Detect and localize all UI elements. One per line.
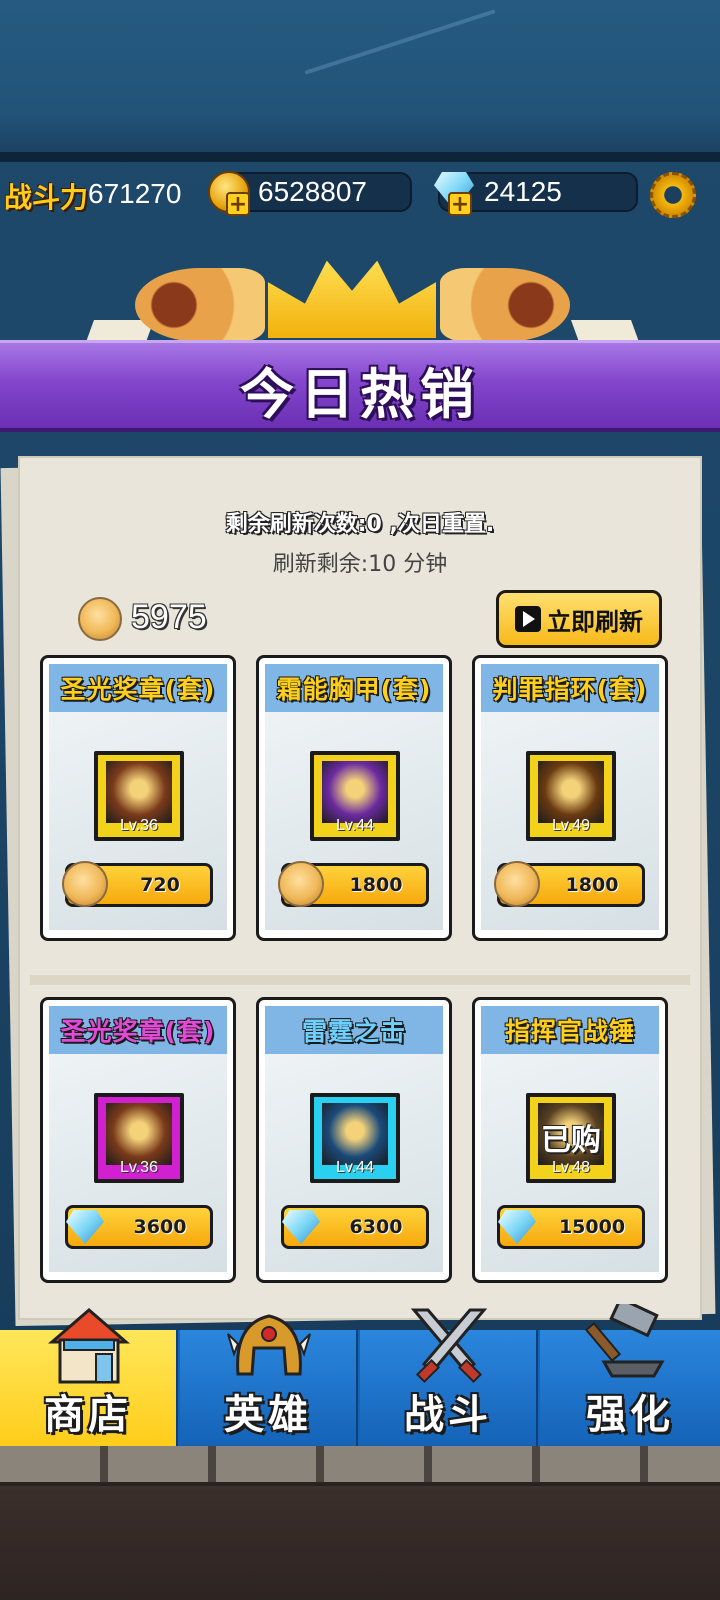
buy-button[interactable]: 1800 bbox=[278, 861, 429, 907]
gem-icon bbox=[498, 1210, 536, 1244]
item-card-header: 圣光奖章(套) bbox=[49, 664, 227, 712]
tab-battle[interactable]: 战斗 bbox=[360, 1308, 538, 1446]
tab-battle-label: 战斗 bbox=[404, 1392, 492, 1438]
item-art-icon bbox=[538, 761, 604, 823]
refresh-timer-text: 刷新剩余:10 分钟 bbox=[272, 552, 448, 577]
item-card[interactable]: 圣光奖章(套) Lv.36 720 bbox=[40, 655, 236, 941]
crossed-swords-icon bbox=[410, 1308, 488, 1384]
add-gems-icon[interactable]: + bbox=[448, 192, 472, 216]
item-price: 6300 bbox=[349, 1216, 403, 1238]
horn-right-icon bbox=[440, 268, 570, 342]
stone-border bbox=[0, 1446, 720, 1486]
item-name: 圣光奖章(套) bbox=[60, 675, 216, 704]
shelf-divider bbox=[30, 975, 690, 985]
item-card[interactable]: 圣光奖章(套) Lv.36 3600 bbox=[40, 997, 236, 1283]
item-art-icon bbox=[322, 1103, 388, 1165]
token-icon bbox=[494, 861, 540, 907]
item-icon-frame[interactable]: Lv.49 bbox=[526, 751, 616, 841]
item-card[interactable]: 指挥官战锤已购 Lv.48 15000 bbox=[472, 997, 668, 1283]
item-card-header: 雷霆之击 bbox=[265, 1006, 443, 1054]
shop-house-icon bbox=[47, 1308, 131, 1384]
tab-heroes-label: 英雄 bbox=[224, 1392, 312, 1438]
token-balance: 5975 bbox=[131, 598, 207, 636]
item-level: Lv.36 bbox=[120, 1159, 158, 1176]
item-art-icon bbox=[322, 761, 388, 823]
item-name: 雷霆之击 bbox=[301, 1017, 406, 1046]
item-card-header: 指挥官战锤 bbox=[481, 1006, 659, 1054]
add-gold-icon[interactable]: + bbox=[226, 192, 250, 216]
top-divider bbox=[0, 152, 720, 162]
item-name: 霜能胸甲(套) bbox=[276, 675, 432, 704]
item-name: 指挥官战锤 bbox=[504, 1017, 635, 1046]
item-card-header: 霜能胸甲(套) bbox=[265, 664, 443, 712]
refresh-count-text: 剩余刷新次数:0 ,次日重置. bbox=[225, 512, 495, 537]
item-icon-frame[interactable]: 已购 Lv.48 bbox=[526, 1093, 616, 1183]
refresh-now-label: 立即刷新 bbox=[547, 607, 643, 636]
buy-button[interactable]: 720 bbox=[62, 861, 213, 907]
token-icon bbox=[278, 861, 324, 907]
item-level: Lv.48 bbox=[552, 1159, 590, 1176]
tab-upgrade-label: 强化 bbox=[586, 1392, 674, 1438]
item-name: 圣光奖章(套) bbox=[60, 1017, 216, 1046]
crown-icon bbox=[268, 260, 436, 338]
gem-icon bbox=[282, 1210, 320, 1244]
gem-icon bbox=[66, 1210, 104, 1244]
item-card[interactable]: 霜能胸甲(套) Lv.44 1800 bbox=[256, 655, 452, 941]
item-price: 1800 bbox=[565, 874, 619, 896]
item-icon-frame[interactable]: Lv.44 bbox=[310, 751, 400, 841]
item-card[interactable]: 判罪指环(套) Lv.49 1800 bbox=[472, 655, 668, 941]
item-card[interactable]: 雷霆之击 Lv.44 6300 bbox=[256, 997, 452, 1283]
gem-value: 24125 bbox=[484, 176, 562, 207]
horn-left-icon bbox=[135, 268, 265, 342]
ribbon-right-decoration bbox=[570, 320, 640, 342]
hammer-anvil-icon bbox=[584, 1304, 665, 1378]
buy-button[interactable]: 3600 bbox=[65, 1205, 213, 1249]
item-price: 1800 bbox=[349, 874, 403, 896]
buy-button[interactable]: 6300 bbox=[281, 1205, 429, 1249]
item-price: 15000 bbox=[558, 1216, 626, 1238]
item-icon-frame[interactable]: Lv.44 bbox=[310, 1093, 400, 1183]
item-art-icon bbox=[106, 761, 172, 823]
buy-button[interactable]: 15000 bbox=[497, 1205, 645, 1249]
purchased-label: 已购 bbox=[541, 1123, 601, 1158]
item-icon-frame[interactable]: Lv.36 bbox=[94, 1093, 184, 1183]
tab-shop[interactable]: 商店 bbox=[0, 1308, 178, 1446]
tab-shop-label: 商店 bbox=[44, 1392, 132, 1438]
item-level: Lv.44 bbox=[336, 1159, 374, 1176]
item-art-icon bbox=[106, 1103, 172, 1165]
token-icon bbox=[78, 597, 122, 641]
item-level: Lv.36 bbox=[120, 817, 158, 834]
item-price: 3600 bbox=[133, 1216, 187, 1238]
helmet-icon bbox=[227, 1314, 311, 1376]
settings-gear-icon[interactable] bbox=[650, 172, 696, 218]
tab-heroes[interactable]: 英雄 bbox=[180, 1314, 358, 1446]
token-icon bbox=[62, 861, 108, 907]
banner-title: 今日热销 bbox=[240, 363, 480, 426]
item-card-header: 圣光奖章(套) bbox=[49, 1006, 227, 1054]
top-background bbox=[0, 0, 720, 160]
gold-value: 6528807 bbox=[258, 176, 368, 207]
item-level: Lv.44 bbox=[336, 817, 374, 834]
tab-upgrade[interactable]: 强化 bbox=[540, 1304, 720, 1446]
item-card-header: 判罪指环(套) bbox=[481, 664, 659, 712]
refresh-now-button[interactable]: 立即刷新 bbox=[496, 590, 662, 648]
item-level: Lv.49 bbox=[552, 817, 590, 834]
play-video-icon bbox=[515, 606, 541, 632]
item-name: 判罪指环(套) bbox=[492, 675, 648, 704]
power-label: 战斗力 bbox=[4, 181, 89, 214]
item-icon-frame[interactable]: Lv.36 bbox=[94, 751, 184, 841]
power-value: 671270 bbox=[88, 178, 182, 209]
buy-button[interactable]: 1800 bbox=[494, 861, 645, 907]
item-price: 720 bbox=[140, 874, 180, 896]
